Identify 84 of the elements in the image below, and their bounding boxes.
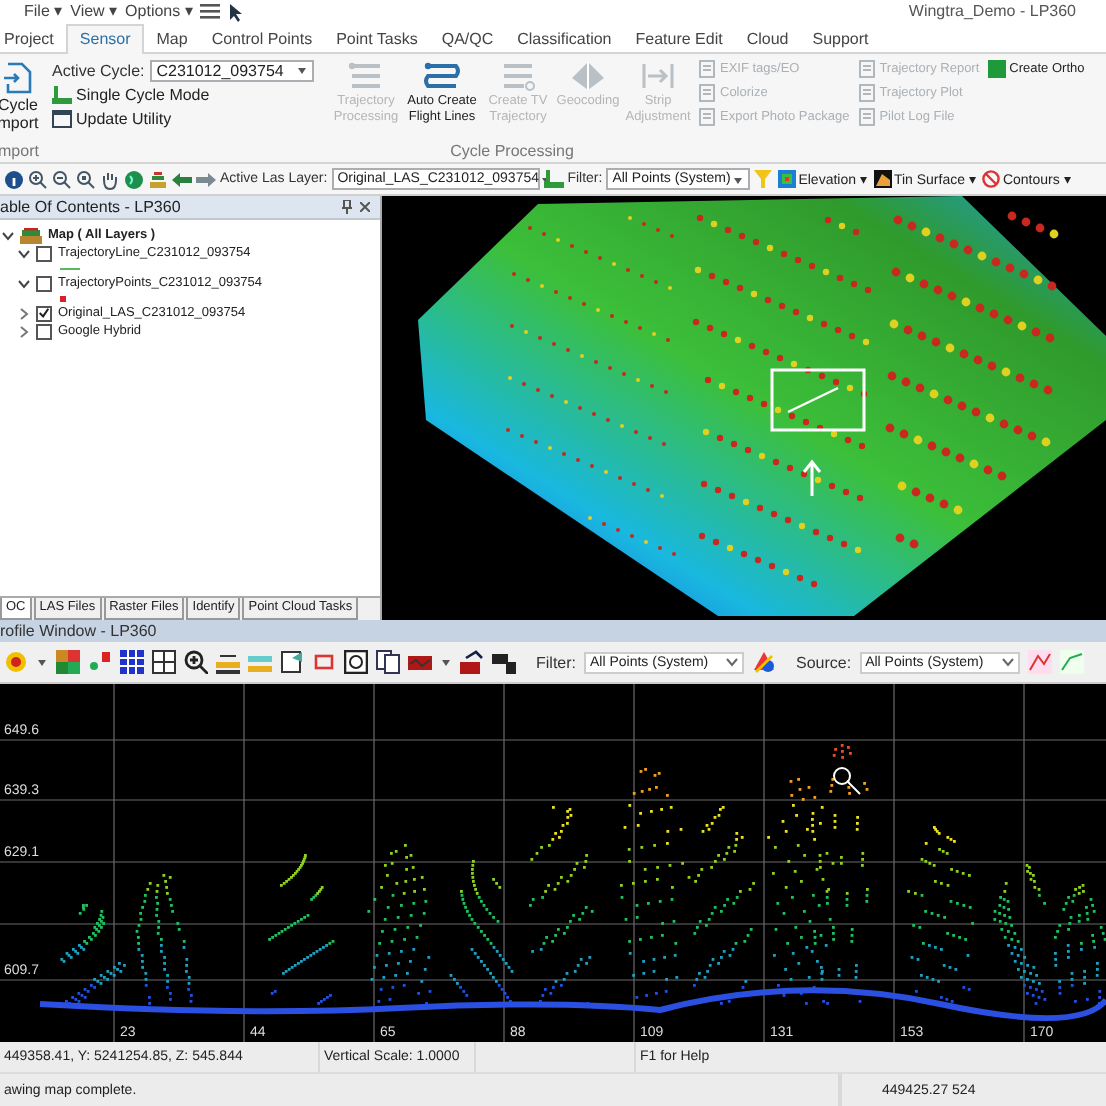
ribbon-tab[interactable]: Map (144, 25, 200, 52)
frame-icon[interactable] (344, 650, 368, 675)
checkbox[interactable] (36, 245, 52, 262)
active-cycle-dropdown[interactable]: C231012_093754 (150, 59, 315, 82)
menu-item[interactable]: File ▾ (24, 2, 63, 21)
window-title: Wingtra_Demo - LP360 (908, 2, 1076, 21)
flight-lines-icon (422, 59, 462, 92)
zoom-extent-icon[interactable] (76, 169, 96, 190)
document-icon (857, 60, 876, 79)
ribbon-tab[interactable]: QA/QC (429, 25, 506, 52)
caret-icon (732, 173, 745, 186)
info-icon[interactable] (4, 169, 24, 190)
list-icon[interactable] (200, 2, 221, 21)
bracket-arrow-icon (638, 59, 678, 92)
window-split-icon[interactable] (152, 650, 176, 675)
zoom-in-icon[interactable] (28, 169, 48, 190)
square-icon (987, 60, 1006, 79)
single-cycle-mode-button[interactable]: Single Cycle Mode (52, 85, 324, 106)
group-label: Cycle Processing (448, 142, 576, 163)
flight-lines-icon (346, 59, 386, 92)
field-label: Source: (796, 653, 852, 672)
flight-lines-icon (498, 59, 538, 92)
ribbon-tab[interactable]: Sensor (65, 23, 145, 54)
menu-item[interactable]: Options ▾ (125, 2, 193, 21)
panel-title: rofile Window - LP360 (0, 622, 157, 641)
chevron-down-icon (726, 656, 738, 669)
panel-title: able Of Contents - LP360 (0, 198, 183, 217)
close-icon[interactable] (360, 202, 370, 213)
rectangle-icon[interactable] (312, 650, 336, 675)
pin-icon[interactable] (342, 200, 352, 215)
layers-icon[interactable] (216, 650, 240, 675)
shapes-icon[interactable] (492, 650, 516, 675)
ribbon-tab[interactable]: Support (800, 25, 881, 52)
hand-icon[interactable] (100, 169, 120, 190)
chart-icon[interactable] (408, 650, 432, 675)
document-import-icon (4, 61, 32, 94)
chevron-down-icon (1001, 656, 1014, 669)
forward-arrow-icon[interactable] (196, 169, 216, 190)
chevron-right-icon[interactable] (18, 307, 30, 320)
checkbox[interactable] (36, 305, 52, 322)
field-label: Filter: (536, 653, 576, 672)
document-icon (698, 84, 716, 103)
classification-grid-icon[interactable] (56, 650, 80, 675)
chevron-down-icon[interactable] (2, 229, 14, 242)
checkbox[interactable] (36, 275, 52, 292)
tin-surface-icon (873, 170, 892, 189)
shapes-icon[interactable] (460, 650, 484, 675)
caret-icon[interactable] (440, 656, 452, 669)
update-utility-button[interactable]: Update Utility (52, 109, 324, 130)
prohibited-icon (982, 170, 1001, 189)
caret-icon (296, 64, 309, 77)
back-arrow-icon[interactable] (172, 169, 192, 190)
arrow-up-icon (802, 460, 822, 498)
checkbox[interactable] (36, 323, 52, 340)
ribbon-tab[interactable]: Point Tasks (324, 25, 430, 52)
document-icon (698, 108, 716, 127)
ribbon-tab[interactable]: Project (0, 25, 66, 52)
menu-item[interactable]: View ▾ (70, 2, 118, 21)
caret-icon[interactable] (36, 656, 48, 669)
ribbon-tab[interactable]: Classification (505, 25, 624, 52)
crosshair-icon (833, 766, 861, 795)
map-layers-icon (20, 227, 42, 244)
grid-icon[interactable] (120, 650, 144, 675)
chevron-down-icon[interactable] (18, 277, 30, 290)
document-export-icon[interactable] (280, 650, 304, 675)
selection-box[interactable] (770, 369, 866, 432)
chevron-down-icon[interactable] (18, 247, 30, 260)
document-icon (698, 60, 716, 79)
palette-icon[interactable] (752, 650, 776, 675)
document-icon (857, 84, 876, 103)
zoom-in-icon[interactable] (184, 650, 208, 675)
ribbon-tab[interactable]: Cloud (734, 25, 801, 52)
pyramid-icon (568, 59, 608, 92)
ribbon-tab[interactable]: Control Points (199, 25, 325, 52)
copy-icon[interactable] (376, 650, 400, 675)
elevation-color-icon (778, 170, 797, 189)
document-icon (857, 108, 876, 127)
chevron-right-icon[interactable] (18, 325, 30, 338)
window-icon (52, 110, 72, 129)
zoom-out-icon[interactable] (52, 169, 72, 190)
color-ramp-icon[interactable] (4, 650, 28, 675)
layers-icon[interactable] (148, 169, 168, 190)
ribbon-tab[interactable]: Feature Edit (623, 25, 735, 52)
field-label: Active Cycle: (52, 61, 145, 80)
